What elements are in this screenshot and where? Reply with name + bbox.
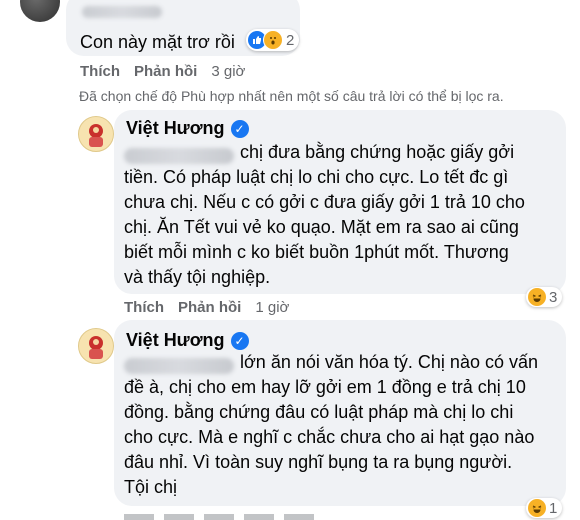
- reply-text-line-1: lớn ăn nói văn hóa tý. Chị nào có vấn: [240, 352, 538, 372]
- reaction-summary[interactable]: 2: [246, 29, 300, 51]
- author-name-text[interactable]: Việt Hương: [126, 330, 225, 351]
- comment-bubble: Con này mặt trơ rồi 2: [66, 0, 300, 56]
- reply-text-line-4: chị. Ăn Tết vui vẻ ko quạo. Mặt em ra sa…: [124, 217, 519, 237]
- author-name[interactable]: Việt Hương ✓: [126, 118, 249, 139]
- reply-text-line-6: và thấy tội nghiệp.: [124, 267, 271, 287]
- reply-text-line-1: chị đưa bằng chứng hoặc giấy gởi: [240, 142, 515, 162]
- timestamp[interactable]: 1 giờ: [255, 299, 289, 316]
- comment-actions: Thích Phản hồi 3 giờ: [80, 63, 245, 80]
- reply-text-line-2: tiền. Có pháp luật chị lo chi cho cực. L…: [124, 167, 509, 187]
- author-name-text[interactable]: Việt Hương: [126, 118, 225, 139]
- reply-link[interactable]: Phản hồi: [178, 299, 241, 316]
- reply-text-line-4: cho cực. Mà e nghĩ c chắc chưa cho ai hạ…: [124, 427, 535, 447]
- reply-text-line-5: đâu nhỉ. Vì toàn suy nghĩ bụng ta ra bụn…: [124, 452, 513, 472]
- timestamp[interactable]: 3 giờ: [211, 63, 245, 80]
- like-link[interactable]: Thích: [80, 63, 120, 80]
- author-name[interactable]: Việt Hương ✓: [126, 330, 249, 351]
- haha-icon: [528, 288, 546, 306]
- filter-notice: Đã chọn chế độ Phù hợp nhất nên một số c…: [79, 88, 504, 104]
- haha-icon: [528, 499, 546, 517]
- author-avatar[interactable]: [78, 328, 114, 364]
- reply-text-line-2: đề à, chị cho em hay lỡ gởi em 1 đồng e …: [124, 377, 526, 397]
- blurred-commenter-name[interactable]: [82, 6, 162, 18]
- reply-text-line-5: biết mỗi mình c ko biết buồn 1phút mốt. …: [124, 242, 509, 262]
- reply-text-line-3: chưa chị. Nếu c có gởi c đưa giấy gởi 1 …: [124, 192, 525, 212]
- wow-icon: [263, 30, 283, 50]
- reaction-count: 2: [286, 31, 295, 49]
- reply-actions: Thích Phản hồi 1 giờ: [124, 299, 289, 316]
- reaction-summary[interactable]: 1: [526, 498, 563, 518]
- comment-text: Con này mặt trơ rồi: [80, 32, 235, 52]
- cutoff-actions-row: [124, 514, 324, 520]
- commenter-avatar[interactable]: [20, 0, 60, 22]
- tagged-name-blurred[interactable]: [124, 358, 234, 374]
- author-avatar[interactable]: [78, 116, 114, 152]
- reaction-count: 3: [549, 288, 558, 306]
- like-link[interactable]: Thích: [124, 299, 164, 316]
- tagged-name-blurred[interactable]: [124, 148, 234, 164]
- reply-text-line-3: đồng. bằng chứng đâu có luật pháp mà chị…: [124, 402, 514, 422]
- verified-badge-icon: ✓: [230, 119, 249, 138]
- reply-text-line-6: Tội chị: [124, 477, 178, 497]
- reply-link[interactable]: Phản hồi: [134, 63, 197, 80]
- verified-badge-icon: ✓: [230, 331, 249, 350]
- reaction-count: 1: [549, 499, 558, 517]
- reaction-summary[interactable]: 3: [526, 287, 563, 307]
